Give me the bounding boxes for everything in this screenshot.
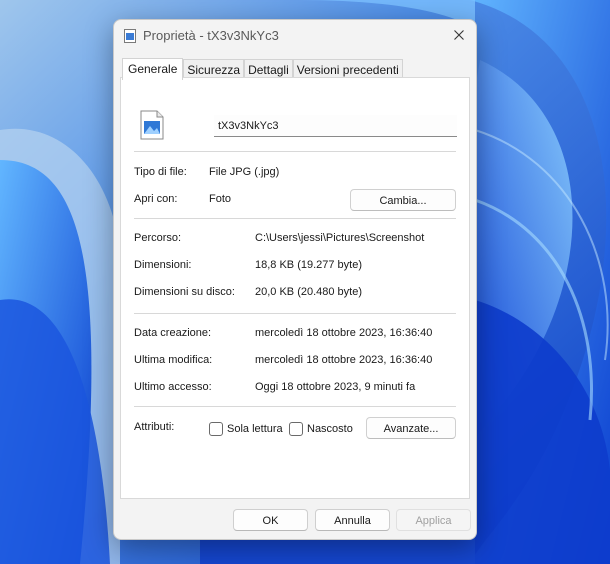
close-icon <box>454 30 464 40</box>
tab-generale[interactable]: Generale <box>122 58 184 80</box>
size-on-disk-value: 20,0 KB (20.480 byte) <box>255 286 363 298</box>
image-file-icon <box>140 110 164 140</box>
created-label: Data creazione: <box>134 327 212 339</box>
ok-button[interactable]: OK <box>233 509 308 531</box>
size-on-disk-label: Dimensioni su disco: <box>134 286 235 298</box>
location-value: C:\Users\jessi\Pictures\Screenshot <box>255 232 425 244</box>
open-with-label: Apri con: <box>134 193 178 205</box>
open-with-value: Foto <box>209 193 232 205</box>
readonly-checkbox[interactable]: Sola lettura <box>209 421 283 437</box>
separator <box>134 218 456 219</box>
tab-strip: Generale Sicurezza Dettagli Versioni pre… <box>122 58 403 80</box>
accessed-label: Ultimo accesso: <box>134 381 212 393</box>
separator <box>134 406 456 407</box>
attributes-label: Attributi: <box>134 421 175 433</box>
file-type-value: File JPG (.jpg) <box>209 166 280 178</box>
file-name-input[interactable] <box>214 115 457 137</box>
created-value: mercoledì 18 ottobre 2023, 16:36:40 <box>255 327 433 339</box>
size-value: 18,8 KB (19.277 byte) <box>255 259 363 271</box>
accessed-value: Oggi 18 ottobre 2023, 9 minuti fa <box>255 381 416 393</box>
close-button[interactable] <box>442 20 476 50</box>
checkbox-box[interactable] <box>209 422 223 436</box>
size-label: Dimensioni: <box>134 259 192 271</box>
change-button[interactable]: Cambia... <box>350 189 456 211</box>
separator <box>134 151 456 152</box>
window-title: Proprietà - tX3v3NkYc3 <box>143 28 279 43</box>
apply-button[interactable]: Applica <box>396 509 471 531</box>
separator <box>134 313 456 314</box>
readonly-label: Sola lettura <box>227 423 283 435</box>
cancel-button[interactable]: Annulla <box>315 509 390 531</box>
title-bar[interactable]: Proprietà - tX3v3NkYc3 <box>114 20 476 52</box>
image-file-icon <box>124 29 136 43</box>
properties-dialog: Proprietà - tX3v3NkYc3 Generale Sicurezz… <box>113 19 477 540</box>
file-type-label: Tipo di file: <box>134 166 187 178</box>
modified-label: Ultima modifica: <box>134 354 213 366</box>
checkbox-box[interactable] <box>289 422 303 436</box>
hidden-label: Nascosto <box>307 423 353 435</box>
location-label: Percorso: <box>134 232 182 244</box>
advanced-button[interactable]: Avanzate... <box>366 417 456 439</box>
general-panel: Tipo di file: File JPG (.jpg) Apri con: … <box>120 77 470 499</box>
hidden-checkbox[interactable]: Nascosto <box>289 421 353 437</box>
modified-value: mercoledì 18 ottobre 2023, 16:36:40 <box>255 354 433 366</box>
